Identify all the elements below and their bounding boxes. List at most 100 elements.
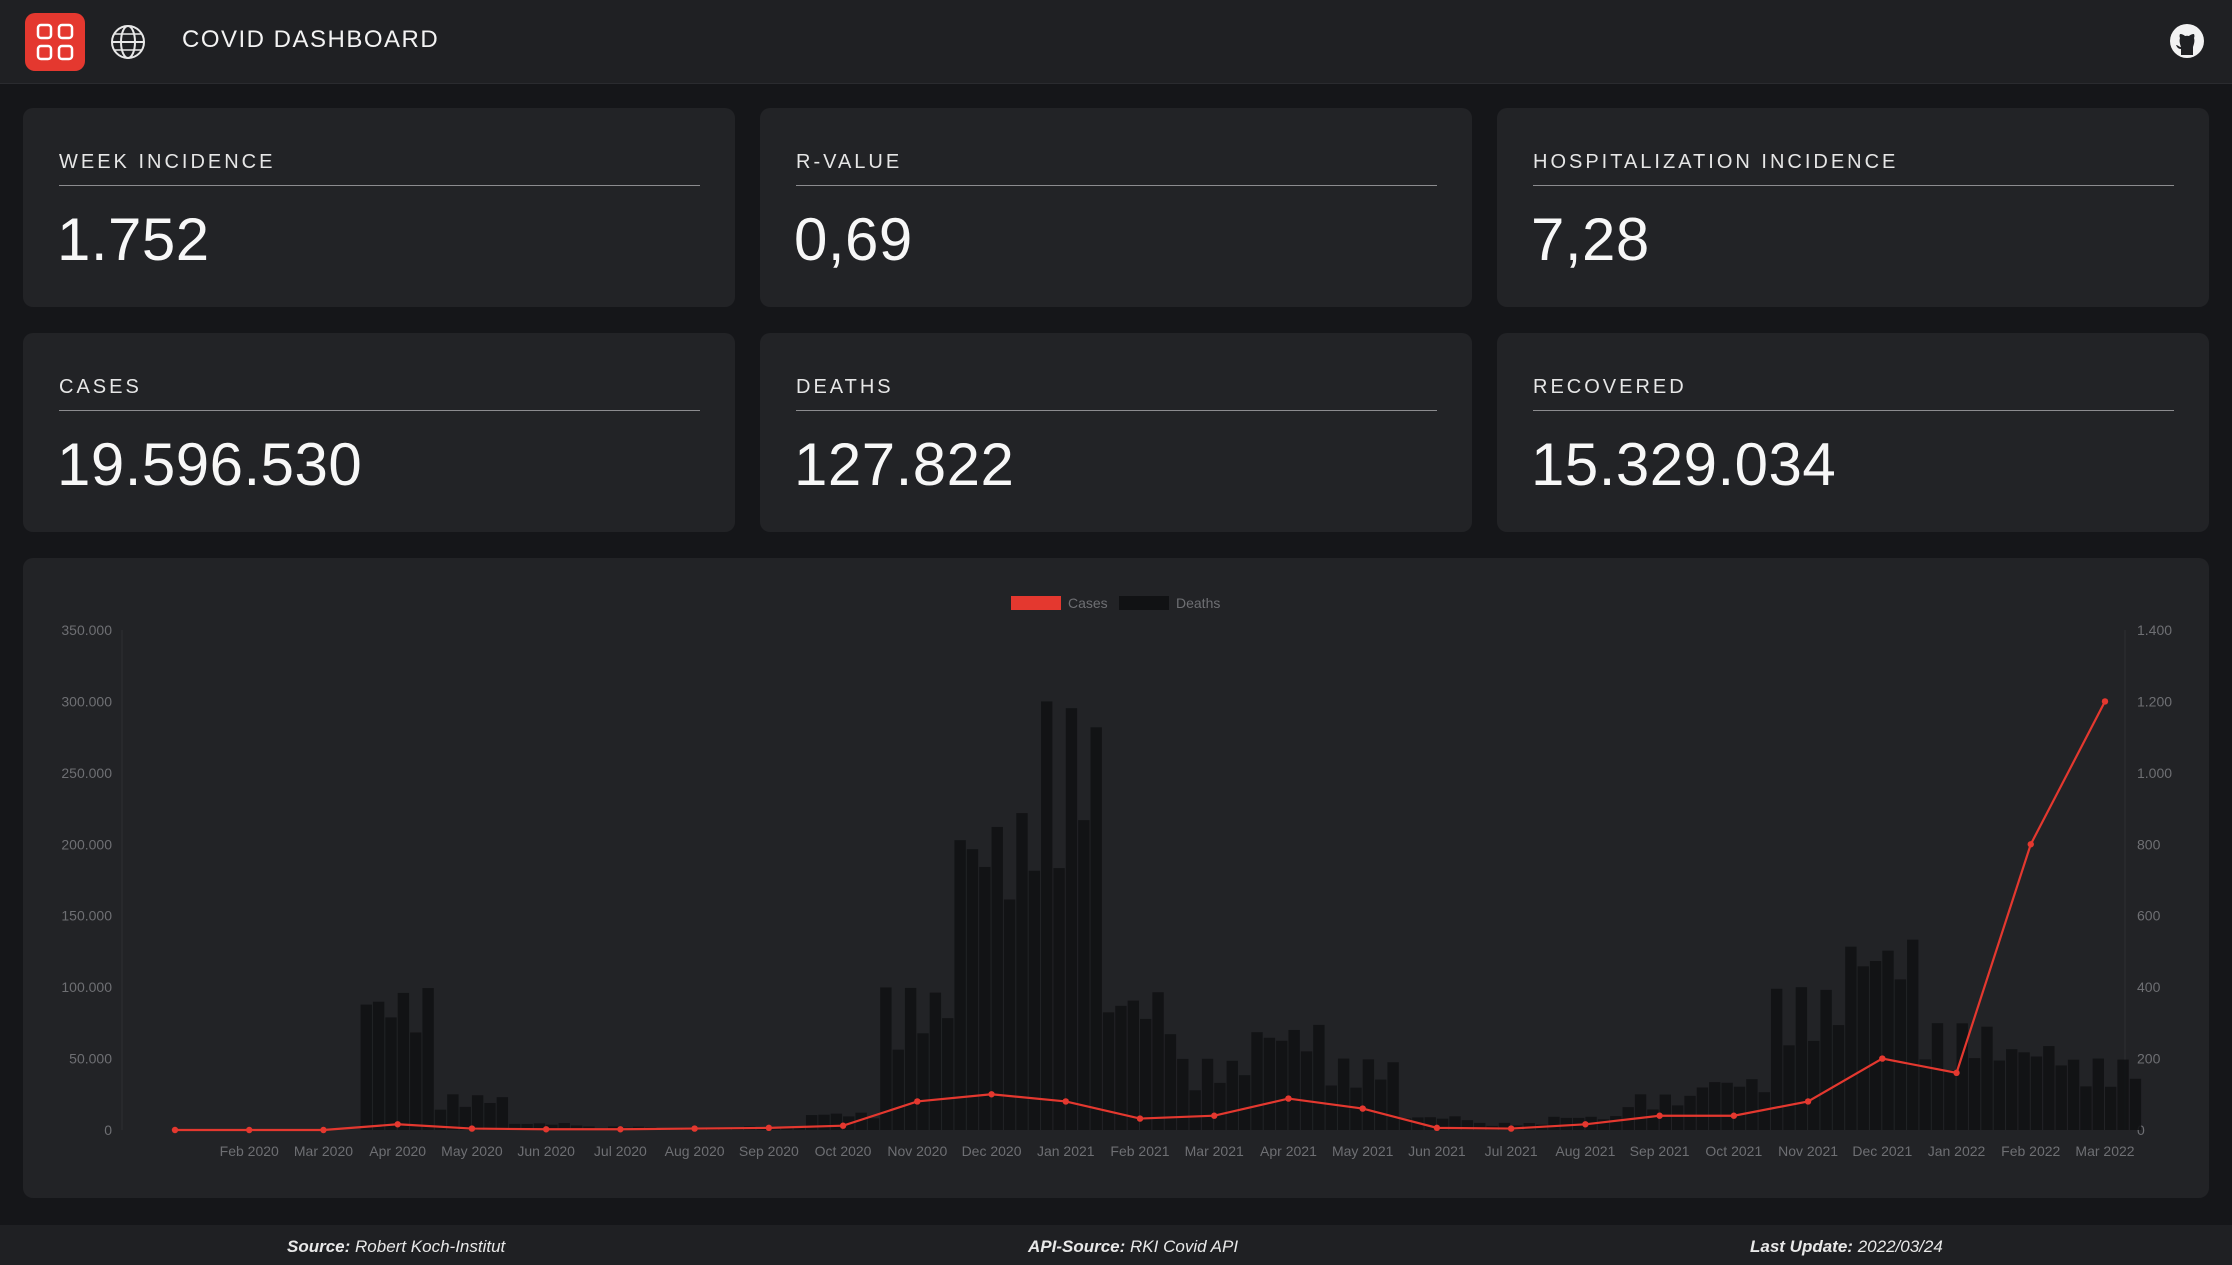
deaths-bar xyxy=(1115,1005,1127,1130)
x-tick-label: Aug 2020 xyxy=(665,1143,725,1159)
deaths-bar xyxy=(1337,1058,1350,1130)
cases-point xyxy=(246,1126,253,1134)
deaths-bar xyxy=(1671,1105,1684,1130)
deaths-bar xyxy=(1201,1058,1214,1130)
y-left-tick-label: 200.000 xyxy=(61,836,112,852)
deaths-bar xyxy=(360,1004,372,1130)
deaths-bar xyxy=(1263,1037,1276,1130)
deaths-bar xyxy=(1313,1024,1325,1130)
y-left-tick-label: 0 xyxy=(104,1122,112,1138)
cases-point xyxy=(988,1091,995,1098)
deaths-bar xyxy=(2105,1086,2117,1130)
deaths-bar xyxy=(1214,1082,1226,1130)
cases-point xyxy=(1433,1124,1441,1132)
x-tick-label: Feb 2021 xyxy=(1110,1143,1169,1159)
divider xyxy=(796,410,1437,411)
deaths-bar xyxy=(1783,1045,1795,1130)
footer-source-value[interactable]: Robert Koch-Institut xyxy=(355,1237,505,1256)
x-tick-label: Dec 2020 xyxy=(962,1143,1022,1159)
deaths-bar xyxy=(1560,1117,1573,1130)
footer-api-value[interactable]: RKI Covid API xyxy=(1130,1237,1238,1256)
cases-point xyxy=(765,1124,773,1132)
cases-point xyxy=(1285,1095,1292,1102)
deaths-bar xyxy=(1882,950,1894,1130)
x-tick-label: Oct 2021 xyxy=(1705,1143,1762,1159)
deaths-bar xyxy=(1696,1087,1709,1130)
deaths-bar xyxy=(1375,1079,1387,1130)
divider xyxy=(1533,410,2174,411)
legend-swatch-cases xyxy=(1011,596,1061,610)
y-right-tick-label: 1.200 xyxy=(2137,693,2172,709)
divider xyxy=(1533,185,2174,186)
y-right-tick-label: 1.000 xyxy=(2137,765,2172,781)
x-tick-label: Jul 2021 xyxy=(1485,1143,1538,1159)
github-icon[interactable] xyxy=(2168,22,2206,60)
deaths-bar xyxy=(954,840,966,1130)
deaths-bar xyxy=(1548,1116,1560,1130)
footer-api-label: API-Source: xyxy=(1028,1237,1126,1256)
cases-point xyxy=(468,1125,476,1132)
deaths-bar xyxy=(410,1032,422,1130)
x-tick-label: Nov 2020 xyxy=(887,1143,947,1159)
deaths-bar xyxy=(1993,1060,2006,1130)
deaths-bar xyxy=(1659,1094,1671,1130)
deaths-bar xyxy=(979,866,991,1130)
y-right-tick-label: 800 xyxy=(2137,836,2161,852)
deaths-bar xyxy=(1065,708,1078,1130)
cases-point xyxy=(320,1126,327,1134)
x-tick-label: Jan 2021 xyxy=(1037,1143,1095,1159)
cases-point xyxy=(1211,1112,1218,1119)
deaths-bar xyxy=(1016,813,1028,1130)
stat-label: RECOVERED xyxy=(1533,376,1687,398)
deaths-bar xyxy=(1300,1051,1313,1130)
legend-label-deaths[interactable]: Deaths xyxy=(1176,595,1220,611)
deaths-bar xyxy=(471,1095,484,1130)
deaths-bar xyxy=(1634,1094,1647,1130)
deaths-bar xyxy=(2055,1065,2067,1130)
divider xyxy=(796,185,1437,186)
deaths-bar xyxy=(1931,1023,1944,1130)
deaths-bar xyxy=(1820,989,1832,1130)
deaths-bar xyxy=(1610,1116,1622,1130)
grid-icon xyxy=(36,23,74,61)
y-right-tick-label: 600 xyxy=(2137,908,2161,924)
x-tick-label: Apr 2021 xyxy=(1260,1143,1317,1159)
stat-label: DEATHS xyxy=(796,376,894,398)
deaths-bar xyxy=(1647,1109,1659,1130)
deaths-bar xyxy=(1090,727,1102,1130)
deaths-bar xyxy=(1709,1082,1721,1130)
y-right-tick-label: 1.400 xyxy=(2137,622,2172,638)
x-tick-label: Oct 2020 xyxy=(815,1143,872,1159)
deaths-bar xyxy=(1288,1029,1300,1130)
deaths-bar xyxy=(2117,1059,2129,1130)
cases-point xyxy=(542,1126,550,1133)
grid-menu-button[interactable] xyxy=(25,13,85,71)
deaths-bar xyxy=(966,849,979,1130)
cases-point xyxy=(1507,1125,1515,1132)
x-tick-label: Dec 2021 xyxy=(1852,1143,1912,1159)
legend-label-cases[interactable]: Cases xyxy=(1068,595,1108,611)
cases-point xyxy=(394,1121,401,1128)
cases-point xyxy=(1136,1115,1144,1122)
deaths-bar xyxy=(1362,1059,1375,1130)
deaths-bar xyxy=(1152,992,1164,1130)
stat-value: 1.752 xyxy=(57,206,210,273)
deaths-bar xyxy=(1251,1032,1263,1130)
deaths-bar xyxy=(372,1001,385,1130)
cases-point xyxy=(1730,1112,1738,1119)
cases-point xyxy=(617,1126,624,1133)
cases-point xyxy=(914,1098,921,1105)
cases-point xyxy=(1804,1098,1812,1105)
deaths-bar xyxy=(1944,1070,1956,1130)
deaths-bar xyxy=(397,992,410,1130)
deaths-bar xyxy=(1325,1085,1337,1130)
x-tick-label: Aug 2021 xyxy=(1555,1143,1615,1159)
x-tick-label: Jun 2021 xyxy=(1408,1143,1466,1159)
deaths-bar xyxy=(1041,701,1053,1130)
deaths-bar xyxy=(1276,1040,1288,1130)
globe-icon[interactable] xyxy=(109,23,147,61)
x-tick-label: Jun 2020 xyxy=(517,1143,575,1159)
x-tick-label: Nov 2021 xyxy=(1778,1143,1838,1159)
deaths-bar xyxy=(2092,1058,2104,1130)
y-right-tick-label: 200 xyxy=(2137,1051,2161,1067)
